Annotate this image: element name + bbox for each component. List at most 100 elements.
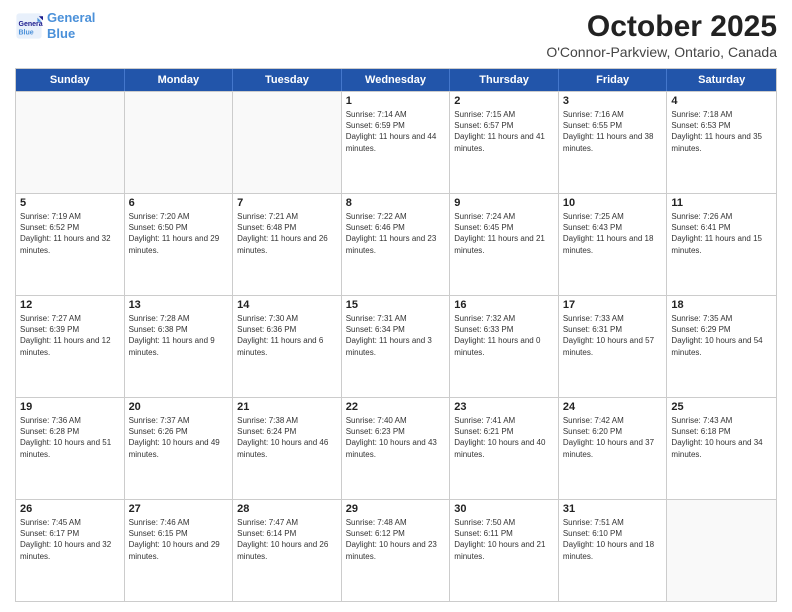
- day-info: Sunrise: 7:35 AM Sunset: 6:29 PM Dayligh…: [671, 313, 772, 358]
- week-row-3: 19 Sunrise: 7:36 AM Sunset: 6:28 PM Dayli…: [16, 397, 776, 499]
- calendar-cell: 21 Sunrise: 7:38 AM Sunset: 6:24 PM Dayli…: [233, 398, 342, 499]
- calendar-cell: 11 Sunrise: 7:26 AM Sunset: 6:41 PM Dayli…: [667, 194, 776, 295]
- day-info: Sunrise: 7:50 AM Sunset: 6:11 PM Dayligh…: [454, 517, 554, 562]
- day-number: 20: [129, 401, 229, 413]
- calendar-header: SundayMondayTuesdayWednesdayThursdayFrid…: [16, 69, 776, 91]
- day-number: 12: [20, 299, 120, 311]
- calendar-cell: 22Sunrise: 7:40 AM Sunset: 6:23 PM Dayli…: [342, 398, 451, 499]
- week-row-1: 5 Sunrise: 7:19 AM Sunset: 6:52 PM Daylig…: [16, 193, 776, 295]
- day-number: 24: [563, 401, 663, 413]
- day-number: 15: [346, 299, 446, 311]
- calendar-cell: 29Sunrise: 7:48 AM Sunset: 6:12 PM Dayli…: [342, 500, 451, 601]
- day-number: 13: [129, 299, 229, 311]
- day-info: Sunrise: 7:21 AM Sunset: 6:48 PM Dayligh…: [237, 211, 337, 256]
- calendar-cell: 19 Sunrise: 7:36 AM Sunset: 6:28 PM Dayli…: [16, 398, 125, 499]
- page-subtitle: O'Connor-Parkview, Ontario, Canada: [546, 44, 777, 60]
- calendar-cell: 8 Sunrise: 7:22 AM Sunset: 6:46 PM Daylig…: [342, 194, 451, 295]
- day-number: 21: [237, 401, 337, 413]
- calendar-cell: 2Sunrise: 7:15 AM Sunset: 6:57 PM Daylig…: [450, 92, 559, 193]
- day-number: 31: [563, 503, 663, 515]
- weekday-header-thursday: Thursday: [450, 69, 559, 91]
- day-number: 26: [20, 503, 120, 515]
- calendar-cell: 18Sunrise: 7:35 AM Sunset: 6:29 PM Dayli…: [667, 296, 776, 397]
- logo-text: General Blue: [47, 10, 95, 41]
- calendar-cell: 31Sunrise: 7:51 AM Sunset: 6:10 PM Dayli…: [559, 500, 668, 601]
- calendar-cell: [16, 92, 125, 193]
- day-number: 25: [671, 401, 772, 413]
- day-number: 2: [454, 95, 554, 107]
- calendar-cell: 12 Sunrise: 7:27 AM Sunset: 6:39 PM Dayli…: [16, 296, 125, 397]
- week-row-4: 26Sunrise: 7:45 AM Sunset: 6:17 PM Dayli…: [16, 499, 776, 601]
- calendar: SundayMondayTuesdayWednesdayThursdayFrid…: [15, 68, 777, 602]
- title-block: October 2025 O'Connor-Parkview, Ontario,…: [546, 10, 777, 60]
- day-number: 30: [454, 503, 554, 515]
- day-number: 9: [454, 197, 554, 209]
- calendar-cell: 14 Sunrise: 7:30 AM Sunset: 6:36 PM Dayli…: [233, 296, 342, 397]
- day-number: 29: [346, 503, 446, 515]
- weekday-header-sunday: Sunday: [16, 69, 125, 91]
- weekday-header-wednesday: Wednesday: [342, 69, 451, 91]
- day-info: Sunrise: 7:25 AM Sunset: 6:43 PM Dayligh…: [563, 211, 663, 256]
- calendar-cell: 26Sunrise: 7:45 AM Sunset: 6:17 PM Dayli…: [16, 500, 125, 601]
- header: General Blue General Blue October 2025 O…: [15, 10, 777, 60]
- calendar-cell: 5 Sunrise: 7:19 AM Sunset: 6:52 PM Daylig…: [16, 194, 125, 295]
- day-info: Sunrise: 7:42 AM Sunset: 6:20 PM Dayligh…: [563, 415, 663, 460]
- day-info: Sunrise: 7:20 AM Sunset: 6:50 PM Dayligh…: [129, 211, 229, 256]
- day-number: 4: [671, 95, 772, 107]
- day-info: Sunrise: 7:36 AM Sunset: 6:28 PM Dayligh…: [20, 415, 120, 460]
- calendar-cell: 7Sunrise: 7:21 AM Sunset: 6:48 PM Daylig…: [233, 194, 342, 295]
- day-info: Sunrise: 7:41 AM Sunset: 6:21 PM Dayligh…: [454, 415, 554, 460]
- day-number: 3: [563, 95, 663, 107]
- calendar-cell: 6 Sunrise: 7:20 AM Sunset: 6:50 PM Daylig…: [125, 194, 234, 295]
- calendar-cell: 4Sunrise: 7:18 AM Sunset: 6:53 PM Daylig…: [667, 92, 776, 193]
- week-row-2: 12 Sunrise: 7:27 AM Sunset: 6:39 PM Dayli…: [16, 295, 776, 397]
- day-number: 19: [20, 401, 120, 413]
- day-info: Sunrise: 7:31 AM Sunset: 6:34 PM Dayligh…: [346, 313, 446, 358]
- weekday-header-saturday: Saturday: [667, 69, 776, 91]
- calendar-cell: 1 Sunrise: 7:14 AM Sunset: 6:59 PM Daylig…: [342, 92, 451, 193]
- calendar-cell: 9Sunrise: 7:24 AM Sunset: 6:45 PM Daylig…: [450, 194, 559, 295]
- day-info: Sunrise: 7:22 AM Sunset: 6:46 PM Dayligh…: [346, 211, 446, 256]
- calendar-body: 1 Sunrise: 7:14 AM Sunset: 6:59 PM Daylig…: [16, 91, 776, 601]
- calendar-cell: 3Sunrise: 7:16 AM Sunset: 6:55 PM Daylig…: [559, 92, 668, 193]
- day-info: Sunrise: 7:27 AM Sunset: 6:39 PM Dayligh…: [20, 313, 120, 358]
- day-info: Sunrise: 7:43 AM Sunset: 6:18 PM Dayligh…: [671, 415, 772, 460]
- day-info: Sunrise: 7:14 AM Sunset: 6:59 PM Dayligh…: [346, 109, 446, 154]
- calendar-cell: 16Sunrise: 7:32 AM Sunset: 6:33 PM Dayli…: [450, 296, 559, 397]
- day-info: Sunrise: 7:47 AM Sunset: 6:14 PM Dayligh…: [237, 517, 337, 562]
- calendar-cell: 20Sunrise: 7:37 AM Sunset: 6:26 PM Dayli…: [125, 398, 234, 499]
- day-number: 6: [129, 197, 229, 209]
- day-number: 27: [129, 503, 229, 515]
- calendar-cell: [233, 92, 342, 193]
- calendar-cell: [667, 500, 776, 601]
- day-number: 23: [454, 401, 554, 413]
- calendar-cell: [125, 92, 234, 193]
- page-title: October 2025: [546, 10, 777, 44]
- day-info: Sunrise: 7:19 AM Sunset: 6:52 PM Dayligh…: [20, 211, 120, 256]
- svg-text:General: General: [19, 21, 44, 28]
- day-number: 8: [346, 197, 446, 209]
- day-info: Sunrise: 7:38 AM Sunset: 6:24 PM Dayligh…: [237, 415, 337, 460]
- logo: General Blue General Blue: [15, 10, 95, 41]
- day-number: 5: [20, 197, 120, 209]
- day-info: Sunrise: 7:30 AM Sunset: 6:36 PM Dayligh…: [237, 313, 337, 358]
- calendar-cell: 28 Sunrise: 7:47 AM Sunset: 6:14 PM Dayli…: [233, 500, 342, 601]
- week-row-0: 1 Sunrise: 7:14 AM Sunset: 6:59 PM Daylig…: [16, 91, 776, 193]
- weekday-header-tuesday: Tuesday: [233, 69, 342, 91]
- calendar-cell: 17Sunrise: 7:33 AM Sunset: 6:31 PM Dayli…: [559, 296, 668, 397]
- logo-icon: General Blue: [15, 12, 43, 40]
- day-info: Sunrise: 7:33 AM Sunset: 6:31 PM Dayligh…: [563, 313, 663, 358]
- svg-text:Blue: Blue: [19, 29, 34, 36]
- calendar-cell: 25 Sunrise: 7:43 AM Sunset: 6:18 PM Dayli…: [667, 398, 776, 499]
- day-number: 28: [237, 503, 337, 515]
- day-number: 11: [671, 197, 772, 209]
- day-info: Sunrise: 7:26 AM Sunset: 6:41 PM Dayligh…: [671, 211, 772, 256]
- calendar-cell: 23 Sunrise: 7:41 AM Sunset: 6:21 PM Dayli…: [450, 398, 559, 499]
- calendar-cell: 10Sunrise: 7:25 AM Sunset: 6:43 PM Dayli…: [559, 194, 668, 295]
- calendar-cell: 15 Sunrise: 7:31 AM Sunset: 6:34 PM Dayli…: [342, 296, 451, 397]
- day-number: 1: [346, 95, 446, 107]
- calendar-cell: 30 Sunrise: 7:50 AM Sunset: 6:11 PM Dayli…: [450, 500, 559, 601]
- day-number: 14: [237, 299, 337, 311]
- calendar-cell: 24 Sunrise: 7:42 AM Sunset: 6:20 PM Dayli…: [559, 398, 668, 499]
- day-number: 16: [454, 299, 554, 311]
